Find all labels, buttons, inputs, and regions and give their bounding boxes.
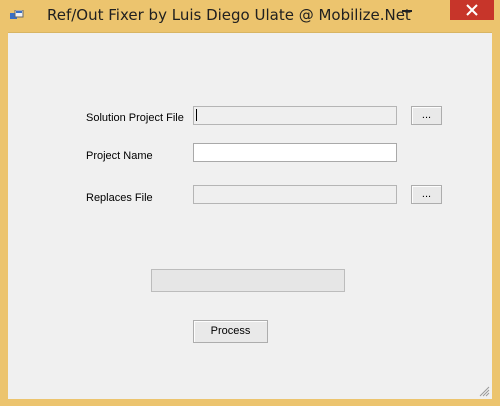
solution-project-file-field[interactable] (193, 106, 397, 125)
window-title: Ref/Out Fixer by Luis Diego Ulate @ Mobi… (47, 6, 411, 24)
minimize-icon (402, 10, 412, 12)
minimize-button[interactable] (392, 0, 420, 22)
replaces-file-label: Replaces File (86, 192, 153, 204)
resize-grip-icon[interactable] (478, 385, 490, 397)
app-icon (10, 10, 24, 19)
form-client-area: Solution Project File ... Project Name R… (8, 32, 492, 399)
close-button[interactable] (450, 0, 494, 20)
replaces-browse-button[interactable]: ... (411, 185, 442, 204)
main-window: Ref/Out Fixer by Luis Diego Ulate @ Mobi… (0, 0, 500, 406)
project-name-label: Project Name (86, 150, 153, 162)
replaces-file-field[interactable] (193, 185, 397, 204)
solution-browse-button[interactable]: ... (411, 106, 442, 125)
progress-bar (151, 269, 345, 292)
solution-project-file-label: Solution Project File (86, 112, 184, 124)
title-bar[interactable]: Ref/Out Fixer by Luis Diego Ulate @ Mobi… (0, 0, 500, 32)
close-icon (466, 4, 478, 16)
project-name-field[interactable] (193, 143, 397, 162)
text-caret (196, 109, 197, 121)
process-button[interactable]: Process (193, 320, 268, 343)
